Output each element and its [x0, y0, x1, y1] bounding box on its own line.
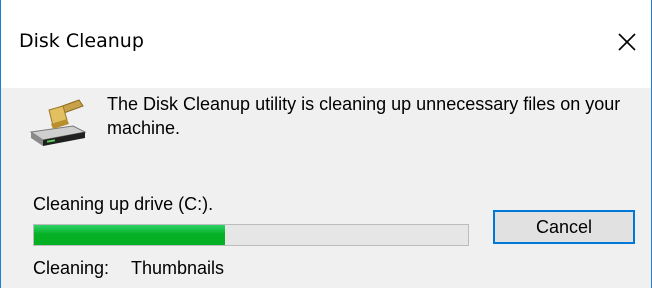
close-icon [618, 33, 636, 51]
progress-fill [34, 225, 225, 245]
cleaning-label: Cleaning: [33, 258, 110, 278]
window-top-edge [1, 0, 651, 12]
dialog-content: The Disk Cleanup utility is cleaning up … [1, 88, 651, 288]
disk-cleanup-icon [29, 99, 87, 146]
disk-cleanup-dialog: Disk Cleanup The Disk Cleanup utility is… [0, 0, 652, 288]
status-text: Cleaning up drive (C:). [33, 194, 214, 214]
window-title: Disk Cleanup [19, 30, 144, 52]
close-button[interactable] [609, 24, 645, 60]
cancel-button[interactable]: Cancel [493, 210, 635, 244]
cleanup-message: The Disk Cleanup utility is cleaning up … [107, 94, 621, 138]
cleaning-item: Thumbnails [131, 258, 225, 278]
title-bar: Disk Cleanup [1, 0, 651, 88]
progress-bar [33, 224, 469, 246]
